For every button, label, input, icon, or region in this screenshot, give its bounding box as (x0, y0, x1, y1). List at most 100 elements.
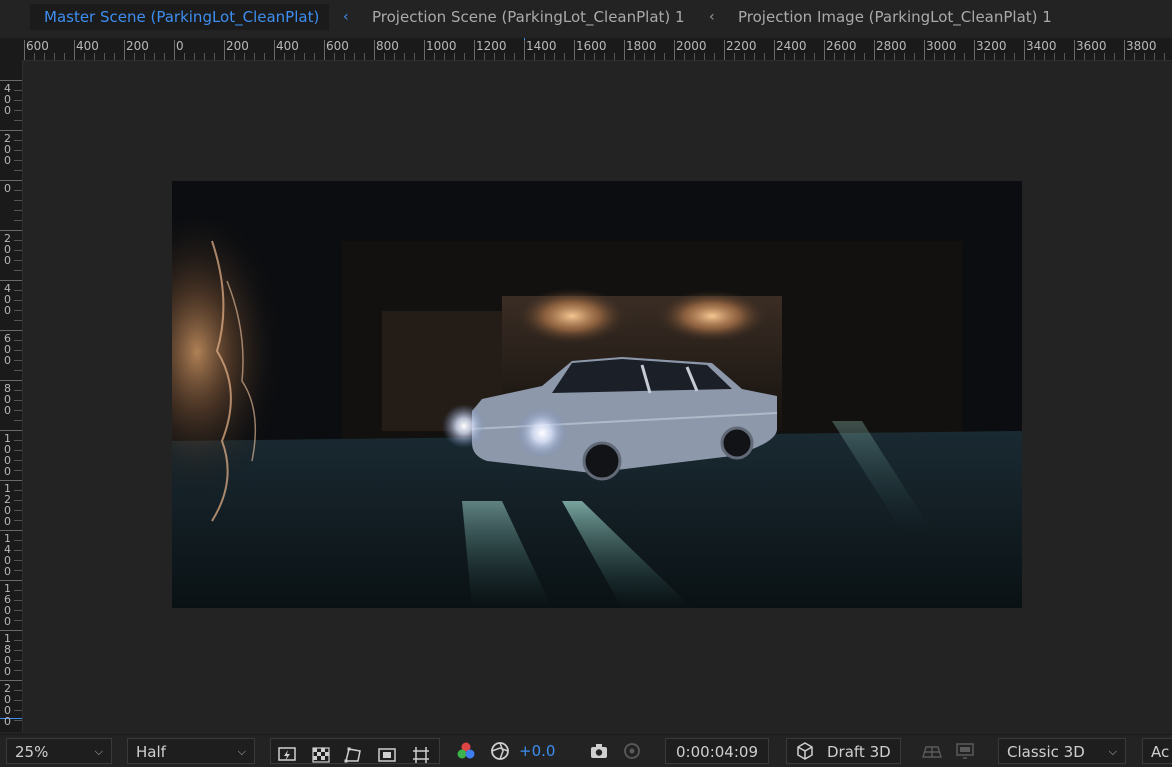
exposure-value[interactable]: +0.0 (519, 738, 555, 764)
ruler-tick (774, 40, 775, 60)
ruler-minor-tick (184, 53, 185, 60)
chevron-left-icon[interactable]: ‹ (343, 4, 349, 30)
tab-projection-scene[interactable]: Projection Scene (ParkingLot_CleanPlat) … (372, 4, 685, 30)
ruler-minor-tick (14, 100, 22, 101)
chevron-down-icon: ⌵ (237, 745, 246, 758)
ruler-label: 600 (26, 39, 49, 53)
ruler-minor-tick (14, 160, 22, 161)
grid-guides-icon[interactable] (411, 745, 431, 765)
ruler-label: 3600 (1076, 39, 1107, 53)
ruler-tick (0, 480, 22, 481)
ruler-minor-tick (14, 190, 22, 191)
ruler-minor-tick (804, 53, 805, 60)
ruler-tick (0, 580, 22, 581)
ruler-minor-tick (514, 53, 515, 60)
ruler-label: 0 (4, 182, 11, 195)
ruler-minor-tick (584, 53, 585, 60)
ruler-minor-tick (64, 53, 65, 60)
ruler-label: 800 (4, 382, 11, 417)
ruler-minor-tick (784, 53, 785, 60)
ruler-label: 1200 (4, 482, 11, 528)
ruler-corner (0, 38, 22, 60)
region-of-interest-icon[interactable] (377, 745, 397, 765)
resolution-dropdown[interactable]: Half ⌵ (127, 738, 255, 764)
ruler-label: 1400 (4, 532, 11, 578)
ruler-label: 3200 (976, 39, 1007, 53)
ruler-minor-tick (704, 53, 705, 60)
reset-exposure-icon[interactable] (490, 741, 510, 761)
draft-3d-toggle[interactable]: Draft 3D (786, 738, 901, 764)
extended-viewer-icon (956, 743, 974, 759)
ruler-label: 3400 (1026, 39, 1057, 53)
ruler-tick (224, 40, 225, 60)
ruler-minor-tick (14, 420, 22, 421)
ruler-minor-tick (714, 53, 715, 60)
fast-previews-icon[interactable] (277, 745, 297, 765)
ruler-minor-tick (414, 53, 415, 60)
ruler-tick (24, 40, 25, 60)
draft-3d-icon (797, 742, 813, 760)
chevron-left-icon[interactable]: ‹ (709, 4, 715, 30)
camera-icon[interactable] (589, 741, 609, 761)
ruler-tick (924, 40, 925, 60)
ruler-minor-tick (614, 53, 615, 60)
chevron-down-icon: ⌵ (1108, 745, 1117, 758)
ruler-tick (0, 630, 22, 631)
ruler-minor-tick (14, 690, 22, 691)
ruler-label: 400 (4, 282, 11, 317)
ruler-tick (674, 40, 675, 60)
ruler-minor-tick (314, 53, 315, 60)
ruler-minor-tick (264, 53, 265, 60)
ruler-minor-tick (134, 53, 135, 60)
ruler-minor-tick (14, 440, 22, 441)
ruler-minor-tick (1154, 53, 1155, 60)
ruler-minor-tick (14, 590, 22, 591)
ruler-tick (724, 40, 725, 60)
ruler-minor-tick (634, 53, 635, 60)
ruler-minor-tick (994, 53, 995, 60)
ruler-minor-tick (14, 660, 22, 661)
current-time-display[interactable]: 0:00:04:09 (665, 738, 769, 764)
ruler-minor-tick (834, 53, 835, 60)
ruler-minor-tick (164, 53, 165, 60)
horizontal-ruler[interactable]: 600 400 200 0 200 400 600 800 1000 1200 1400 1600 18… (22, 38, 1172, 61)
ruler-minor-tick (594, 53, 595, 60)
ruler-minor-tick (14, 170, 22, 171)
ruler-minor-tick (544, 53, 545, 60)
transparency-grid-icon[interactable] (311, 745, 331, 765)
ruler-label: 3000 (926, 39, 957, 53)
ruler-minor-tick (14, 200, 22, 201)
ruler-minor-tick (354, 53, 355, 60)
ruler-minor-tick (14, 410, 22, 411)
ruler-minor-tick (404, 53, 405, 60)
ruler-tick (74, 40, 75, 60)
ruler-label: 2000 (4, 682, 11, 728)
ruler-minor-tick (14, 370, 22, 371)
ruler-minor-tick (14, 240, 22, 241)
ruler-minor-tick (244, 53, 245, 60)
magnification-dropdown[interactable]: 25% ⌵ (6, 738, 112, 764)
ruler-minor-tick (894, 53, 895, 60)
ruler-minor-tick (14, 320, 22, 321)
active-camera-dropdown[interactable]: Ac (1142, 738, 1172, 764)
ruler-tick (574, 40, 575, 60)
ruler-minor-tick (494, 53, 495, 60)
ruler-tick (974, 40, 975, 60)
ruler-tick (0, 280, 22, 281)
ruler-minor-tick (944, 53, 945, 60)
channels-icon[interactable] (456, 741, 476, 761)
vertical-ruler[interactable]: 400 200 0 200 400 600 800 1000 1200 1400 1600 1800 2… (0, 60, 23, 732)
ruler-minor-tick (444, 53, 445, 60)
renderer-dropdown[interactable]: Classic 3D ⌵ (998, 738, 1126, 764)
mask-path-icon[interactable] (343, 745, 363, 765)
ruler-minor-tick (864, 53, 865, 60)
ruler-minor-tick (1004, 53, 1005, 60)
tab-master-scene[interactable]: Master Scene (ParkingLot_CleanPlat) (30, 4, 330, 30)
ruler-minor-tick (964, 53, 965, 60)
composition-viewer-image[interactable] (172, 181, 1022, 608)
ruler-minor-tick (904, 53, 905, 60)
show-snapshot-icon (624, 743, 640, 759)
tab-projection-image[interactable]: Projection Image (ParkingLot_CleanPlat) … (738, 4, 1052, 30)
ruler-minor-tick (14, 510, 22, 511)
ruler-minor-tick (984, 53, 985, 60)
